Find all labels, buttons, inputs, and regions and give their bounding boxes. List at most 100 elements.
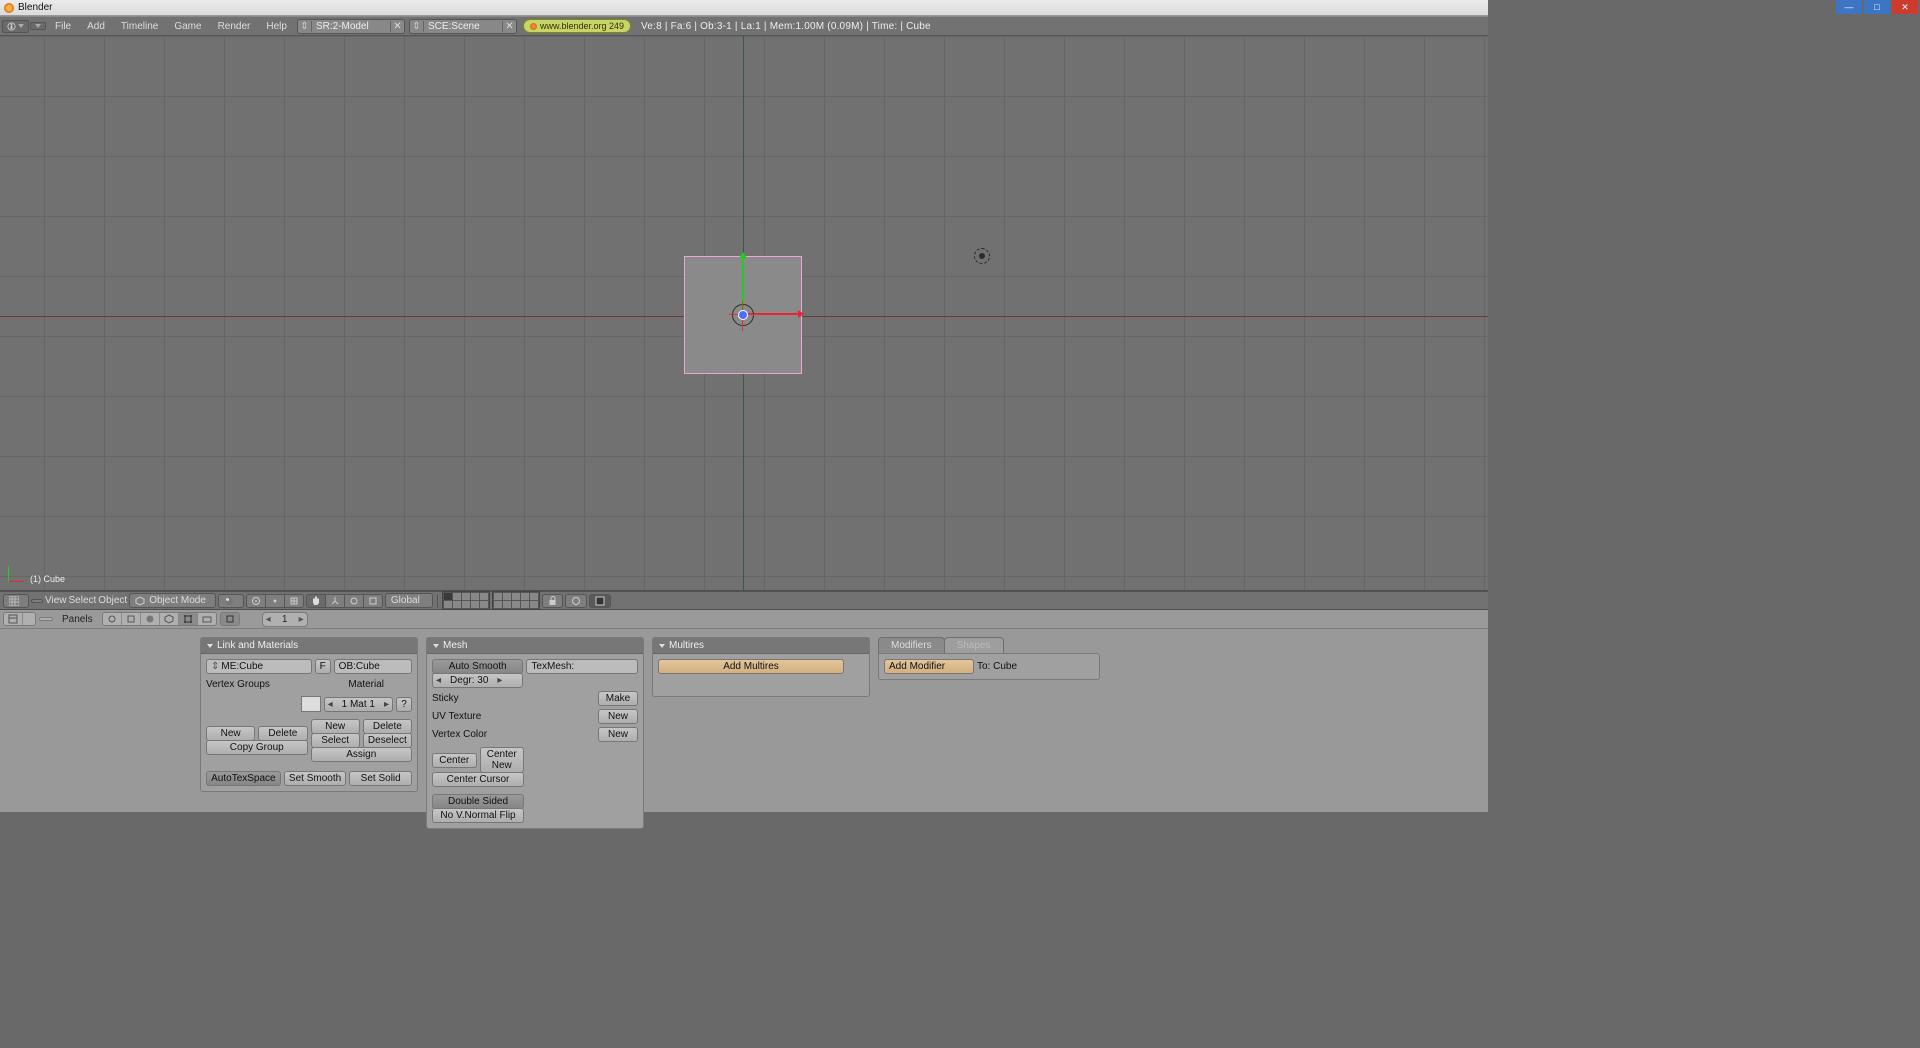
window-type-button[interactable] — [3, 612, 36, 626]
proportional-button[interactable] — [565, 594, 587, 608]
collapse-button[interactable] — [31, 599, 43, 603]
hand-icon — [311, 596, 321, 606]
scene-selector[interactable]: ⇕ SCE:Scene ✕ — [409, 19, 517, 34]
set-solid-button[interactable]: Set Solid — [349, 771, 412, 786]
menu-view[interactable]: View — [45, 595, 67, 606]
tab-modifiers[interactable]: Modifiers — [878, 637, 945, 653]
menu-select[interactable]: Select — [69, 595, 97, 606]
uv-new-button[interactable]: New — [598, 709, 638, 724]
make-button[interactable]: Make — [598, 691, 638, 706]
panel-header[interactable]: Multires — [653, 638, 869, 654]
pivot-selector[interactable] — [246, 594, 304, 608]
menu-render[interactable]: Render — [210, 21, 259, 32]
lock-button[interactable] — [542, 594, 563, 608]
decrement-button[interactable]: ◂ — [325, 698, 336, 711]
frame-field[interactable]: ◂ 1 ▸ — [262, 612, 308, 627]
3d-viewport[interactable]: (1) Cube — [0, 36, 1488, 591]
lamp-object[interactable] — [972, 246, 992, 266]
buttons-header: Panels ◂ 1 ▸ — [0, 610, 1488, 629]
window-type-button[interactable] — [3, 594, 29, 608]
menu-help[interactable]: Help — [258, 21, 295, 32]
mat-select-button[interactable]: Select — [311, 733, 360, 748]
context-buttons[interactable] — [102, 612, 217, 626]
decrement-button[interactable]: ◂ — [263, 613, 274, 626]
layers-a[interactable] — [442, 591, 490, 610]
panel-header[interactable]: Link and Materials — [201, 638, 417, 654]
minimize-button[interactable]: — — [1836, 0, 1862, 14]
panel-header[interactable]: Mesh — [427, 638, 643, 654]
double-sided-button[interactable]: Double Sided — [432, 794, 524, 809]
layers-b[interactable] — [492, 591, 540, 610]
screen-name[interactable]: SR:2-Model — [312, 21, 390, 32]
vg-delete-button[interactable]: Delete — [258, 726, 307, 741]
degree-field[interactable]: ◂Degr: 30▸ — [432, 673, 523, 688]
orientation-selector[interactable]: Global — [385, 593, 433, 608]
subcontext-buttons[interactable] — [220, 612, 240, 626]
add-modifier-button[interactable]: Add Modifier — [884, 659, 974, 674]
mat-delete-button[interactable]: Delete — [363, 719, 412, 734]
no-vnormal-button[interactable]: No V.Normal Flip — [432, 808, 524, 823]
mode-selector[interactable]: Object Mode — [129, 593, 216, 608]
mode-label: Object Mode — [149, 595, 206, 606]
increment-button[interactable]: ▸ — [381, 698, 392, 711]
scene-name[interactable]: SCE:Scene — [424, 21, 502, 32]
panel-title: Link and Materials — [217, 640, 298, 651]
texmesh-field[interactable]: TexMesh: — [526, 659, 638, 674]
copy-group-button[interactable]: Copy Group — [206, 740, 308, 755]
center-cursor-button[interactable]: Center Cursor — [432, 772, 524, 787]
center-button[interactable]: Center — [432, 753, 477, 768]
material-index[interactable]: ◂1 Mat 1▸ — [324, 697, 393, 712]
vcol-new-button[interactable]: New — [598, 727, 638, 742]
help-button[interactable]: ? — [396, 697, 412, 712]
menu-object[interactable]: Object — [98, 595, 127, 606]
maximize-button[interactable]: □ — [1864, 0, 1890, 14]
center-new-button[interactable]: Center New — [480, 747, 525, 773]
grid-sm-icon — [289, 596, 299, 606]
mini-axis-icon — [8, 560, 30, 582]
ob-field[interactable]: OB:Cube — [334, 659, 412, 674]
editing-sub-icon — [225, 614, 235, 624]
frame-value[interactable]: 1 — [274, 613, 296, 626]
set-smooth-button[interactable]: Set Smooth — [284, 771, 347, 786]
gizmo-origin[interactable] — [738, 310, 748, 320]
script-icon — [126, 614, 136, 624]
menu-game[interactable]: Game — [166, 21, 209, 32]
shading-ctx-icon — [145, 614, 155, 624]
axis-icon — [330, 596, 340, 606]
menu-add[interactable]: Add — [79, 21, 113, 32]
vg-new-button[interactable]: New — [206, 726, 255, 741]
vertex-groups-label: Vertex Groups — [206, 679, 270, 690]
increment-button[interactable]: ▸ — [296, 613, 307, 626]
f-button[interactable]: F — [315, 659, 331, 674]
mat-deselect-button[interactable]: Deselect — [363, 733, 412, 748]
clear-button[interactable]: ✕ — [502, 21, 516, 32]
me-field[interactable]: ME:Cube — [221, 661, 263, 672]
add-multires-button[interactable]: Add Multires — [658, 659, 844, 674]
menu-file[interactable]: File — [47, 21, 79, 32]
manipulator-toggle[interactable] — [306, 594, 383, 608]
collapse-button[interactable] — [30, 22, 46, 30]
auto-smooth-button[interactable]: Auto Smooth — [432, 659, 523, 674]
clear-button[interactable]: ✕ — [390, 21, 404, 32]
shaded-sphere-icon — [224, 596, 234, 606]
tab-shapes[interactable]: Shapes — [944, 637, 1004, 653]
sticky-label: Sticky — [432, 693, 595, 704]
chevron-down-icon — [207, 644, 213, 648]
window-type-button[interactable] — [2, 20, 29, 33]
material-swatch[interactable] — [301, 696, 321, 712]
scale-icon — [368, 596, 378, 606]
mat-assign-button[interactable]: Assign — [311, 747, 413, 762]
button-panels: Link and Materials ⇕ME:Cube F OB:Cube Ve… — [0, 629, 1488, 812]
render-preview-button[interactable] — [589, 594, 611, 608]
screen-selector[interactable]: ⇕ SR:2-Model ✕ — [297, 19, 405, 34]
layer-buttons[interactable] — [442, 591, 540, 610]
panel-title: Mesh — [443, 640, 467, 651]
shading-button[interactable] — [218, 594, 244, 608]
mat-new-button[interactable]: New — [311, 719, 360, 734]
website-text: www.blender.org 249 — [540, 21, 624, 31]
menu-timeline[interactable]: Timeline — [113, 21, 166, 32]
collapse-button[interactable] — [39, 617, 53, 621]
close-button[interactable]: ✕ — [1892, 0, 1918, 14]
autotexspace-button[interactable]: AutoTexSpace — [206, 771, 281, 786]
website-pill[interactable]: www.blender.org 249 — [523, 19, 631, 33]
